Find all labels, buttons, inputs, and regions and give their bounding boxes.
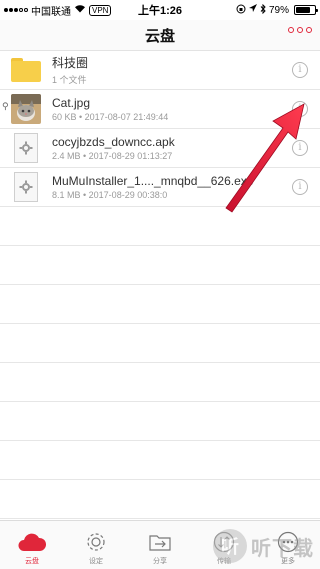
battery-icon: [294, 5, 318, 15]
empty-row: [0, 480, 320, 519]
file-row-image[interactable]: ⚲ Cat.jpg 60 KB • 2017-08-07 21:49:44 i: [0, 90, 320, 129]
file-name: MuMuInstaller_1...._mnqbd__626.exe: [52, 174, 254, 188]
dot-icon: [306, 27, 312, 33]
tab-label: 云盘: [25, 558, 39, 565]
status-bar: 中国联通 VPN 上午1:26 79%: [0, 0, 320, 20]
gear-icon: [82, 529, 110, 555]
info-icon[interactable]: i: [292, 101, 308, 117]
file-info: Cat.jpg 60 KB • 2017-08-07 21:49:44: [52, 96, 292, 122]
location-icon: [248, 4, 257, 16]
status-right: 79%: [236, 3, 318, 17]
file-meta: 60 KB • 2017-08-07 21:49:44: [52, 112, 169, 122]
info-icon[interactable]: i: [292, 179, 308, 195]
info-icon[interactable]: i: [292, 62, 308, 78]
tab-label: 更多: [281, 558, 295, 565]
empty-row: [0, 402, 320, 441]
tab-label: 设定: [89, 558, 103, 565]
info-icon[interactable]: i: [292, 140, 308, 156]
battery-percent: 79%: [268, 4, 289, 16]
file-thumb: [10, 171, 42, 203]
dot-icon: [288, 27, 294, 33]
empty-row: [0, 324, 320, 363]
file-row-exe[interactable]: MuMuInstaller_1...._mnqbd__626.exe 8.1 M…: [0, 168, 320, 207]
image-thumbnail: ⚲: [2, 93, 42, 125]
status-left: 中国联通 VPN: [4, 3, 112, 18]
tab-label: 传输: [217, 558, 231, 565]
vpn-badge: VPN: [89, 4, 112, 16]
tab-more[interactable]: 更多: [256, 521, 320, 569]
carrier-name: 中国联通: [31, 6, 71, 18]
file-row-folder[interactable]: 科技圈 1 个文件 i: [0, 51, 320, 90]
empty-row: [0, 246, 320, 285]
share-icon: [146, 529, 174, 555]
empty-row: [0, 207, 320, 246]
rotation-lock-icon: [236, 4, 246, 17]
more-options-button[interactable]: [288, 27, 312, 33]
file-list: 科技圈 1 个文件 i ⚲ Cat.jpg 60 KB • 2017-08-07…: [0, 51, 320, 520]
file-name: Cat.jpg: [52, 96, 91, 110]
file-info: MuMuInstaller_1...._mnqbd__626.exe 8.1 M…: [52, 174, 292, 200]
cat-photo: [11, 94, 41, 124]
nav-bar: 云盘: [0, 20, 320, 51]
wifi-icon: [74, 4, 86, 16]
file-row-apk[interactable]: cocyjbzds_downcc.apk 2.4 MB • 2017-08-29…: [0, 129, 320, 168]
folder-thumb: [10, 54, 42, 86]
tab-bar: 云盘 设定 分享 传输 更多: [0, 520, 320, 569]
signal-icon: [4, 8, 28, 12]
tab-settings[interactable]: 设定: [64, 521, 128, 569]
battery-fill: [296, 7, 310, 13]
empty-row: [0, 363, 320, 402]
gear-icon: [14, 172, 38, 202]
file-name: cocyjbzds_downcc.apk: [52, 135, 175, 149]
file-info: 科技圈 1 个文件: [52, 54, 292, 86]
transfer-icon: [210, 529, 238, 555]
tab-label: 分享: [153, 558, 167, 565]
folder-icon: [11, 58, 41, 82]
file-meta: 2.4 MB • 2017-08-29 01:13:27: [52, 151, 173, 161]
page-title: 云盘: [144, 27, 175, 45]
file-meta: 1 个文件: [52, 75, 87, 85]
file-name: 科技圈: [52, 56, 89, 70]
tab-share[interactable]: 分享: [128, 521, 192, 569]
tab-transfer[interactable]: 传输: [192, 521, 256, 569]
bluetooth-icon: [260, 3, 266, 17]
dot-icon: [297, 27, 303, 33]
cloud-icon: [18, 529, 46, 555]
file-thumb: [10, 132, 42, 164]
file-info: cocyjbzds_downcc.apk 2.4 MB • 2017-08-29…: [52, 135, 292, 161]
link-icon: ⚲: [2, 101, 9, 111]
gear-icon: [14, 133, 38, 163]
more-icon: [274, 529, 302, 555]
tab-cloud[interactable]: 云盘: [0, 521, 64, 569]
empty-row: [0, 285, 320, 324]
empty-row: [0, 441, 320, 480]
file-meta: 8.1 MB • 2017-08-29 00:38:0: [52, 190, 168, 200]
